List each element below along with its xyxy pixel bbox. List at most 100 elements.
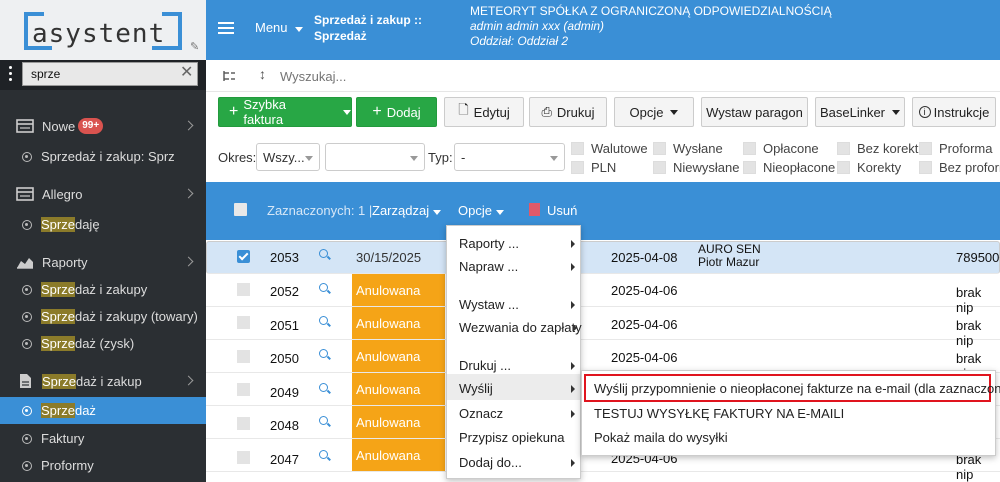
filter-checkbox-pln[interactable] (571, 161, 584, 174)
chevron-right-icon (573, 324, 577, 332)
row-checkbox[interactable] (237, 283, 250, 296)
type-select[interactable]: - (454, 143, 565, 171)
sort-arrows-icon[interactable]: ↕ (259, 66, 266, 82)
chevron-right-icon (571, 385, 575, 393)
filter-checkbox-bez-korekt[interactable] (837, 142, 850, 155)
chevron-right-icon (571, 301, 575, 309)
main-search-input[interactable] (280, 64, 580, 88)
filter-label: Korekty (857, 160, 902, 175)
sidebar-item-sprzedaz-i-zakupy[interactable]: Sprze daż i zakupy (0, 276, 206, 303)
filter-checkbox-oplacone[interactable] (743, 142, 756, 155)
notification-badge: 99+ (78, 118, 104, 134)
options-button[interactable]: Opcje (614, 97, 694, 127)
kebab-menu-icon[interactable] (9, 66, 13, 82)
sidebar-section-sprzedaz-i-zakup[interactable]: Sprze daż i zakup (0, 364, 206, 398)
menu-item-wezwania-do-zaplaty[interactable]: Wezwania do zapłaty (459, 320, 582, 335)
search-icon[interactable] (319, 283, 328, 292)
search-icon[interactable] (319, 383, 328, 392)
sidebar-item-proformy[interactable]: Proformy (0, 452, 206, 479)
menu-item-napraw[interactable]: Napraw ... (459, 259, 518, 274)
band-options-dropdown[interactable]: Opcje (458, 203, 504, 218)
search-match-highlight: Sprze (41, 309, 75, 324)
submenu-item-send-payment-reminder[interactable]: Wyślij przypomnienie o nieopłaconej fakt… (594, 381, 1000, 396)
circle-dot-icon (22, 219, 32, 230)
filter-checkbox-walutowe[interactable] (571, 142, 584, 155)
baselinker-button[interactable]: BaseLinker (815, 97, 905, 127)
quick-invoice-button[interactable]: + Szybka faktura (218, 97, 352, 127)
filter-checkbox-korekty[interactable] (837, 161, 850, 174)
invoice-number: 2047 (270, 452, 299, 467)
menu-item-dodaj-do[interactable]: Dodaj do... (459, 455, 522, 470)
select-all-checkbox[interactable] (234, 203, 247, 216)
trash-icon[interactable] (529, 203, 540, 216)
submenu-item-test-invoice-email[interactable]: TESTUJ WYSYŁKĘ FAKTURY NA E-MAILI (594, 406, 844, 421)
row-checkbox[interactable] (237, 316, 250, 329)
search-match-highlight: Sprze (41, 217, 75, 232)
sidebar-item-sprzedaz[interactable]: Sprze daż (0, 397, 206, 424)
info-icon: i (918, 106, 931, 118)
sidebar-item-sprzedaz-i-zakupy-towary[interactable]: Sprze daż i zakupy (towary) (0, 303, 206, 330)
sidebar-section-nowe[interactable]: Nowe 99+ (0, 109, 206, 143)
menu-item-przypisz-opiekuna[interactable]: Przypisz opiekuna (459, 430, 565, 445)
row-checkbox[interactable] (237, 417, 250, 430)
sidebar-item-sprzedaje[interactable]: Sprze daję (0, 211, 206, 238)
menu-item-oznacz[interactable]: Oznacz (459, 406, 503, 421)
sidebar-item-faktury[interactable]: Faktury (0, 425, 206, 452)
chevron-right-icon (571, 410, 575, 418)
sidebar-item-sprzedaz-i-zakup-sprz[interactable]: Sprzedaż i zakup: Sprz (0, 143, 206, 170)
search-icon[interactable] (319, 450, 328, 459)
search-icon[interactable] (319, 416, 328, 425)
quick-invoice-label: Szybka faktura (243, 97, 286, 127)
submenu-item-show-email[interactable]: Pokaż maila do wysyłki (594, 430, 728, 445)
instructions-button[interactable]: i Instrukcje (912, 97, 996, 127)
circle-dot-icon (22, 338, 32, 349)
sidebar-section-allegro[interactable]: Allegro (0, 177, 206, 211)
top-header: Menu Sprzedaż i zakup :: Sprzedaż METEOR… (206, 0, 1000, 60)
menu-item-wystaw[interactable]: Wystaw ... (459, 297, 519, 312)
row-checkbox[interactable] (237, 250, 250, 263)
edit-button[interactable]: 🗋 Edytuj (444, 97, 524, 127)
filter-label: Walutowe (591, 141, 648, 156)
sidebar-search-input[interactable] (22, 62, 198, 86)
add-label: Dodaj (386, 104, 421, 120)
menu-dropdown[interactable]: Menu (255, 20, 303, 35)
search-icon[interactable] (319, 316, 328, 325)
filter-checkbox-bez-proform[interactable] (919, 161, 932, 174)
printer-icon: ⎙ (541, 104, 552, 119)
sidebar-item-sprzedaz-zysk[interactable]: Sprze daż (zysk) (0, 330, 206, 357)
delete-button[interactable]: Usuń (547, 203, 577, 218)
chevron-down-icon[interactable] (343, 109, 351, 115)
invoice-date: 2025-04-06 (611, 317, 678, 332)
clear-search-icon[interactable]: ✕ (180, 62, 193, 84)
receipt-button[interactable]: Wystaw paragon (701, 97, 808, 127)
search-icon[interactable] (319, 249, 328, 258)
period-range-select[interactable] (325, 143, 425, 171)
tree-view-icon[interactable] (222, 70, 236, 82)
menu-item-drukuj[interactable]: Drukuj ... (459, 358, 511, 373)
hamburger-icon[interactable] (218, 22, 234, 34)
filter-checkbox-niewyslane[interactable] (653, 161, 666, 174)
row-checkbox[interactable] (237, 383, 250, 396)
menu-item-raporty[interactable]: Raporty ... (459, 236, 519, 251)
client-cell: AURO SEN Piotr Mazur (698, 243, 761, 269)
row-checkbox[interactable] (237, 350, 250, 363)
search-icon[interactable] (319, 349, 328, 358)
edit-label: Edytuj (473, 104, 510, 120)
filter-checkbox-wyslane[interactable] (653, 142, 666, 155)
selection-count: Zaznaczonych: 1 | (267, 203, 372, 218)
circle-dot-icon (22, 151, 32, 162)
filter-checkbox-proforma[interactable] (919, 142, 932, 155)
filter-label: PLN (591, 160, 617, 175)
row-checkbox[interactable] (237, 451, 250, 464)
sidebar-section-label: daż i zakup (75, 373, 142, 389)
add-button[interactable]: + Dodaj (356, 97, 437, 127)
breadcrumb[interactable]: Sprzedaż i zakup :: Sprzedaż (314, 12, 424, 44)
manage-dropdown[interactable]: Zarządzaj (372, 203, 442, 218)
pencil-icon[interactable]: ✎ (190, 40, 199, 53)
print-button[interactable]: ⎙ Drukuj (529, 97, 607, 127)
filter-checkbox-nieoplacone[interactable] (743, 161, 756, 174)
invoice-number: 2051 (270, 318, 299, 333)
sidebar-section-raporty[interactable]: Raporty (0, 245, 206, 279)
period-select[interactable]: Wszy... (256, 143, 320, 171)
menu-item-wyslij[interactable]: Wyślij (459, 381, 493, 396)
